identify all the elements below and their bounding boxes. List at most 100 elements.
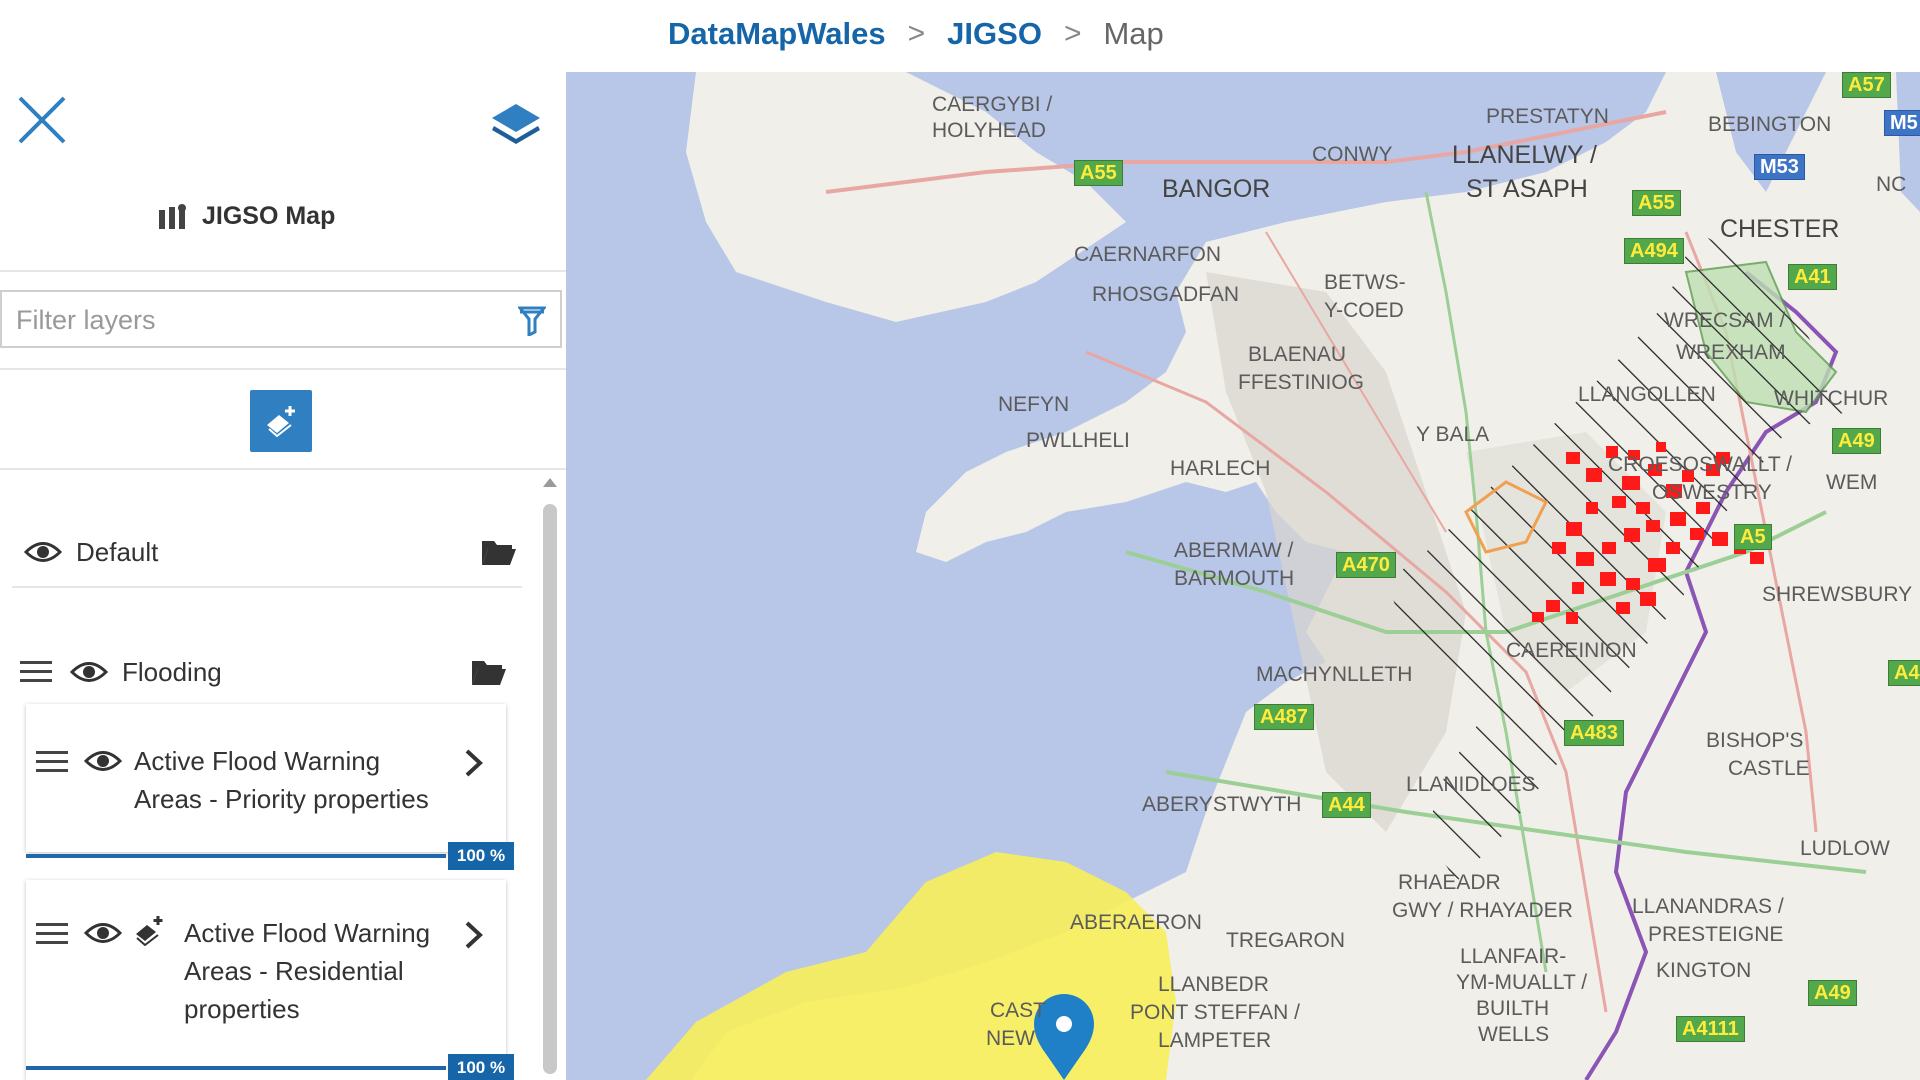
map-label: LUDLOW <box>1800 837 1890 860</box>
layer-group-label: Flooding <box>122 656 222 687</box>
map-label: FFESTINIOG <box>1238 371 1364 394</box>
panel-title: JIGSO Map <box>158 202 335 231</box>
road-shield: M53 <box>1754 154 1805 180</box>
map-canvas[interactable]: CAERGYBI / HOLYHEAD BANGOR CONWY PRESTAT… <box>566 72 1920 1080</box>
map-label: ABERYSTWYTH <box>1142 793 1302 816</box>
opacity-value: 100 % <box>448 1054 514 1080</box>
add-layer-icon[interactable] <box>134 914 166 946</box>
folder-open-icon[interactable] <box>470 657 508 687</box>
road-shield: A57 <box>1842 72 1891 98</box>
filter-layers-input[interactable] <box>14 298 508 342</box>
map-label: BEBINGTON <box>1708 113 1832 136</box>
map-label: LAMPETER <box>1158 1029 1272 1052</box>
map-label: OSWESTRY <box>1652 481 1772 504</box>
map-label: LLANGOLLEN <box>1578 383 1716 406</box>
map-label: WRECSAM / <box>1664 309 1786 332</box>
map-label: ABERAERON <box>1070 911 1202 934</box>
map-label: BANGOR <box>1162 175 1271 203</box>
map-label: CAEREINION <box>1506 639 1637 662</box>
map-label: MACHYNLLETH <box>1256 663 1413 686</box>
drag-handle-icon[interactable] <box>20 660 52 684</box>
layer-item-residential-properties[interactable]: Active Flood Warning Areas - Residential… <box>26 880 514 1080</box>
layer-group-flooding[interactable]: Flooding <box>0 642 540 702</box>
chevron-right-icon[interactable] <box>462 748 486 778</box>
road-shield: A487 <box>1254 704 1314 730</box>
drag-handle-icon[interactable] <box>36 750 68 774</box>
divider <box>0 368 566 370</box>
close-icon <box>18 96 66 144</box>
map-label: PWLLHELI <box>1026 429 1130 452</box>
eye-icon[interactable] <box>70 659 108 685</box>
road-shield: A55 <box>1632 190 1681 216</box>
map-label: RHOSGADFAN <box>1092 283 1240 306</box>
drag-handle-icon[interactable] <box>36 922 68 946</box>
layer-name: Active Flood Warning Areas - Priority pr… <box>134 742 429 818</box>
filter-layers-box <box>0 290 562 348</box>
scroll-up-arrow[interactable] <box>543 478 557 487</box>
map-label: ST ASAPH <box>1466 175 1588 203</box>
map-label: NEFYN <box>998 393 1070 416</box>
layer-name-line: properties <box>184 994 300 1024</box>
opacity-bar[interactable] <box>26 854 446 858</box>
road-shield: A49 <box>1808 980 1857 1006</box>
add-layer-button[interactable] <box>250 390 312 452</box>
map-label: GWY / RHAYADER <box>1392 899 1573 922</box>
layer-name: Active Flood Warning Areas - Residential… <box>184 914 430 1028</box>
map-label: Y-COED <box>1324 299 1404 322</box>
layer-group-default[interactable]: Default <box>0 522 540 582</box>
breadcrumb-separator: > <box>1063 17 1082 50</box>
map-label: YM-MUALLT / <box>1456 971 1588 994</box>
breadcrumb-datamapwales[interactable]: DataMapWales <box>668 16 886 52</box>
road-shield: A41 <box>1788 264 1837 290</box>
map-label: SHREWSBURY <box>1762 583 1913 606</box>
road-shield: A5 <box>1734 524 1772 550</box>
road-shield: A55 <box>1074 160 1123 186</box>
map-label: BLAENAU <box>1248 343 1347 366</box>
map-label: BUILTH <box>1476 997 1550 1020</box>
map-label: BETWS- <box>1324 271 1406 294</box>
breadcrumb: DataMapWales > JIGSO > Map <box>668 14 1164 54</box>
map-label: ABERMAW / <box>1174 539 1294 562</box>
map-label: LLANFAIR- <box>1460 945 1567 968</box>
close-panel-button[interactable] <box>14 92 70 148</box>
map-label: KINGTON <box>1656 959 1752 982</box>
chevron-right-icon[interactable] <box>462 920 486 950</box>
map-label: PRESTATYN <box>1486 105 1609 128</box>
map-label: Y BALA <box>1416 423 1490 446</box>
eye-icon[interactable] <box>24 539 62 565</box>
opacity-bar[interactable] <box>26 1066 446 1070</box>
panel-title-text: JIGSO Map <box>202 202 336 230</box>
layer-panel: JIGSO Map Default <box>0 72 566 1080</box>
layer-name-line: Active Flood Warning <box>134 746 381 776</box>
map-label: LLANANDRAS / <box>1632 895 1784 918</box>
eye-icon[interactable] <box>84 920 122 946</box>
map-label: TREGARON <box>1226 929 1346 952</box>
map-label: LLANBEDR <box>1158 973 1269 996</box>
map-icon <box>159 203 186 229</box>
filter-icon[interactable] <box>518 306 546 336</box>
map-label: LLANIDLOES <box>1406 773 1536 796</box>
folder-open-icon[interactable] <box>480 537 518 567</box>
layer-item-priority-properties[interactable]: Active Flood Warning Areas - Priority pr… <box>26 704 514 870</box>
map-label: WELLS <box>1478 1023 1550 1046</box>
breadcrumb-current: Map <box>1103 16 1164 51</box>
layer-name-line: Active Flood Warning <box>184 918 431 948</box>
layers-stack-icon <box>492 104 540 144</box>
top-bar: DataMapWales > JIGSO > Map <box>0 0 1920 72</box>
map-label: PONT STEFFAN / <box>1130 1001 1300 1024</box>
map-label: CASTLE <box>1728 757 1810 780</box>
eye-icon[interactable] <box>84 748 122 774</box>
breadcrumb-jigso[interactable]: JIGSO <box>947 16 1042 52</box>
layer-group-label: Default <box>76 536 159 567</box>
map-label: CAERGYBI / <box>932 93 1053 116</box>
divider <box>0 270 566 272</box>
map-label: NEW <box>986 1027 1035 1050</box>
map-label: NC <box>1876 173 1907 196</box>
map-label: WREXHAM <box>1676 341 1786 364</box>
scrollbar-thumb[interactable] <box>543 504 557 1074</box>
map-label: CONWY <box>1312 143 1393 166</box>
layers-button[interactable] <box>488 98 544 154</box>
map-label: BISHOP'S <box>1706 729 1804 752</box>
map-label: HOLYHEAD <box>932 119 1046 142</box>
road-shield: A49 <box>1832 428 1881 454</box>
